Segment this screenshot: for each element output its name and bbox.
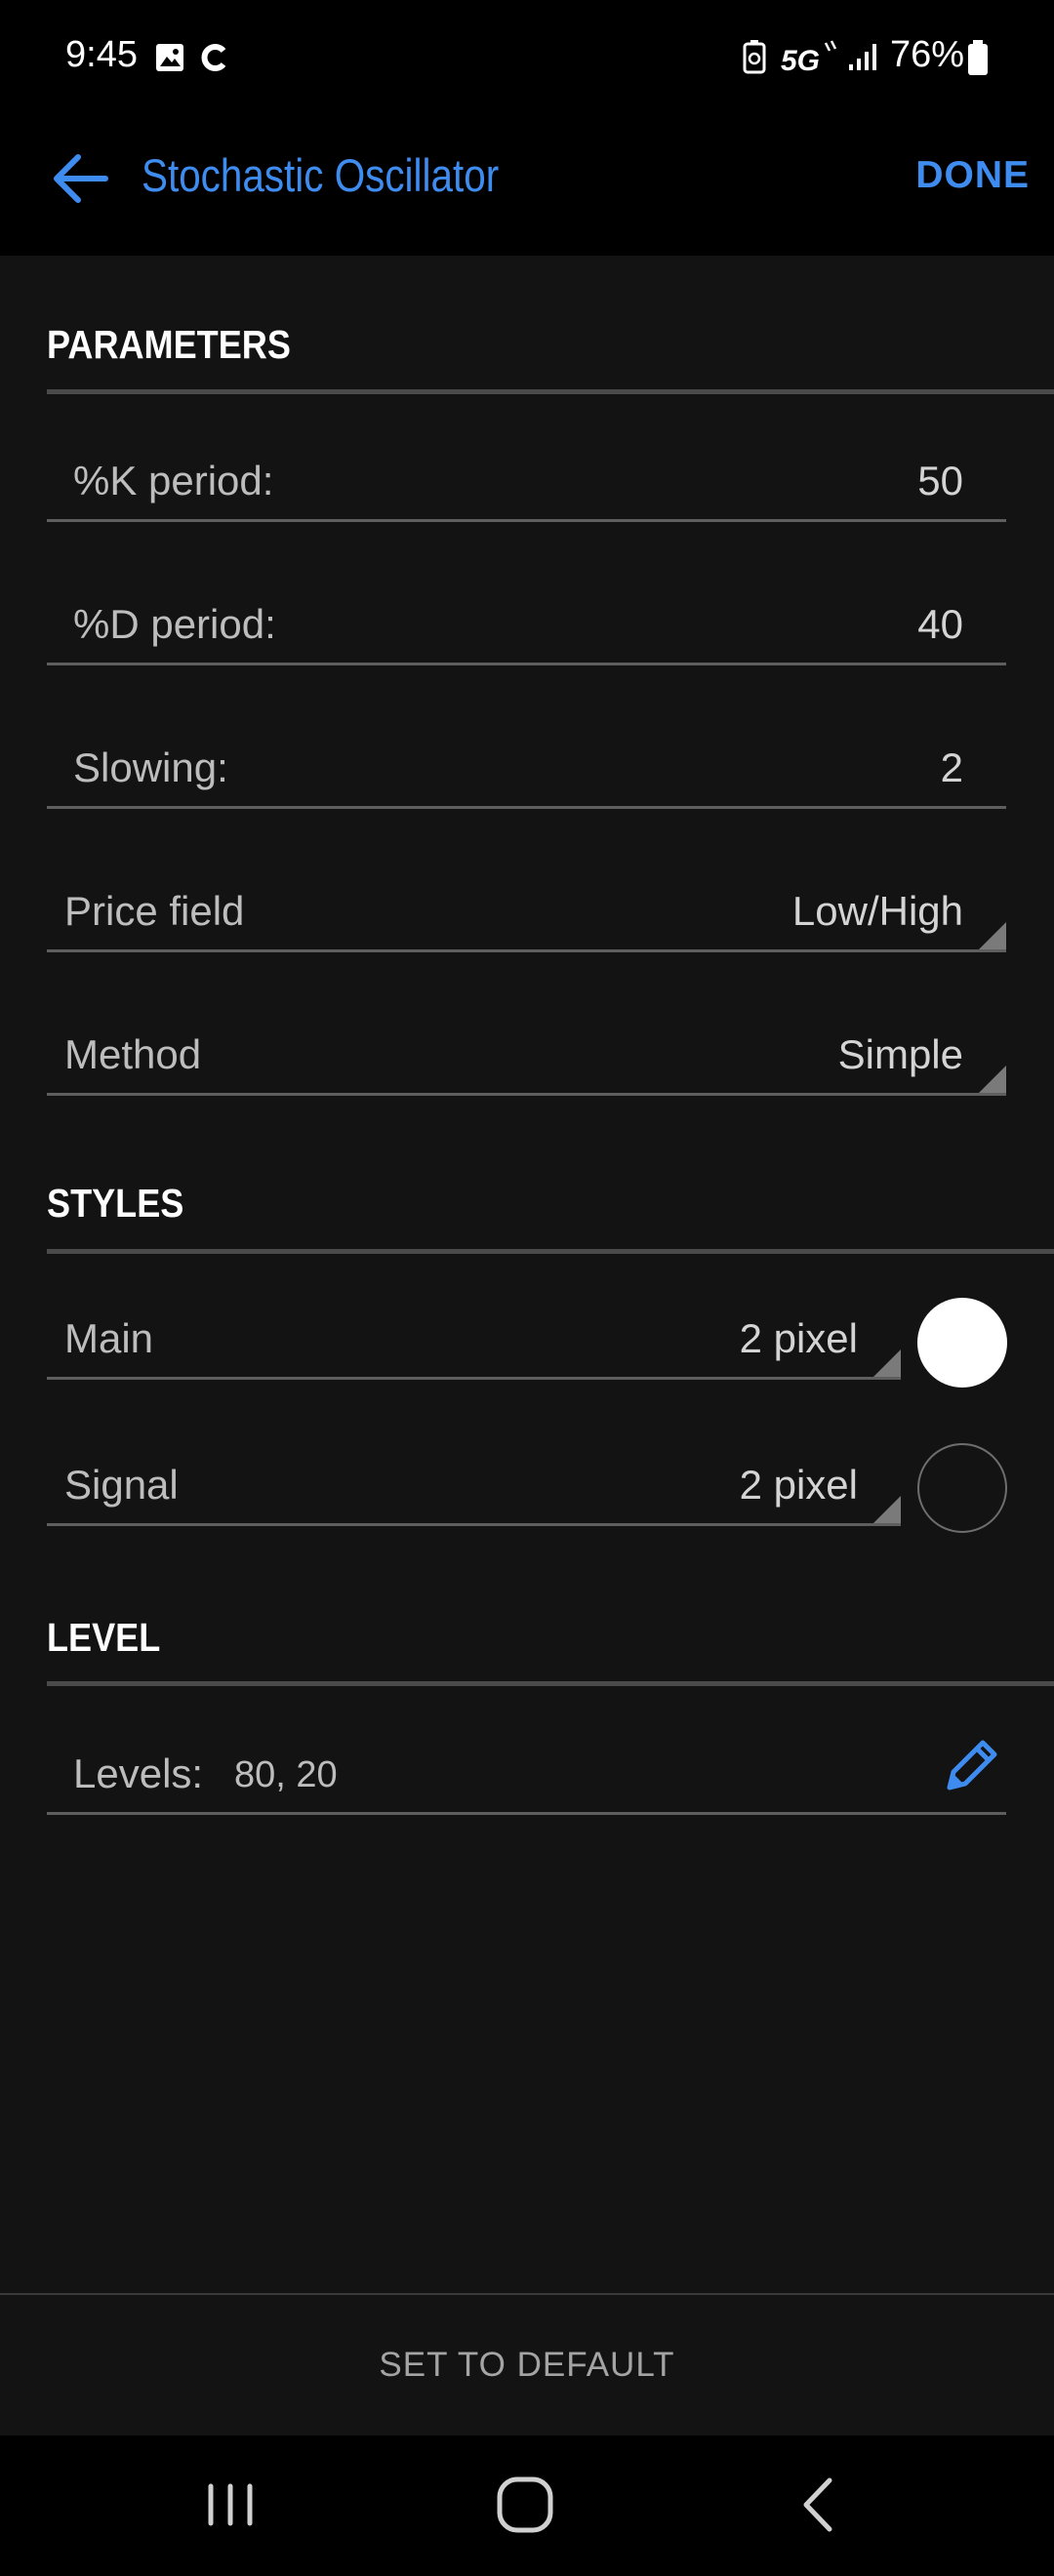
main-style-value: 2 pixel <box>739 1315 858 1361</box>
battery-icon <box>968 40 988 75</box>
parameters-heading: PARAMETERS <box>47 322 291 367</box>
battery-saver-icon <box>743 40 766 74</box>
levels-value: 80, 20 <box>234 1754 338 1795</box>
signal-style-select[interactable]: Signal 2 pixel <box>47 1452 901 1526</box>
method-value: Simple <box>837 1031 963 1077</box>
styles-heading: STYLES <box>47 1181 184 1226</box>
main-style-select[interactable]: Main 2 pixel <box>47 1306 901 1380</box>
dropdown-corner-icon <box>979 922 1006 949</box>
d-period-value: 40 <box>917 601 963 647</box>
page-title: Stochastic Oscillator <box>142 149 500 201</box>
slowing-field[interactable]: Slowing: 2 <box>47 735 1006 809</box>
section-divider <box>47 1681 1054 1686</box>
signal-color-swatch[interactable] <box>917 1443 1007 1533</box>
set-to-default-button[interactable]: SET TO DEFAULT <box>0 2295 1054 2435</box>
5g-icon: 5G <box>781 40 837 74</box>
done-button[interactable]: DONE <box>915 154 1030 197</box>
image-icon <box>156 44 183 71</box>
k-period-value: 50 <box>917 458 963 503</box>
price-field-label: Price field <box>64 888 245 934</box>
dropdown-corner-icon <box>873 1496 901 1523</box>
signal-icon <box>849 44 876 70</box>
signal-style-label: Signal <box>64 1462 179 1508</box>
home-icon[interactable] <box>486 2471 564 2539</box>
level-heading: LEVEL <box>47 1615 161 1660</box>
back-nav-icon[interactable] <box>781 2471 859 2539</box>
dropdown-corner-icon <box>873 1349 901 1377</box>
k-period-field[interactable]: %K period: 50 <box>47 448 1006 522</box>
price-field-select[interactable]: Price field Low/High <box>47 878 1006 952</box>
main-color-swatch[interactable] <box>917 1298 1007 1388</box>
status-bar: 9:45 5G 76% <box>0 0 1054 115</box>
d-period-field[interactable]: %D period: 40 <box>47 591 1006 665</box>
system-nav-bar <box>0 2435 1054 2576</box>
battery-percent: 76% <box>890 34 965 75</box>
c-app-icon <box>201 44 226 71</box>
section-divider <box>47 389 1054 394</box>
method-select[interactable]: Method Simple <box>47 1022 1006 1096</box>
levels-field[interactable]: Levels: 80, 20 <box>47 1740 1006 1815</box>
svg-text:5G: 5G <box>781 45 820 74</box>
slowing-value: 2 <box>940 745 963 790</box>
recent-apps-icon[interactable] <box>191 2471 269 2539</box>
price-field-value: Low/High <box>791 888 963 934</box>
pencil-icon[interactable] <box>938 1731 1006 1799</box>
section-divider <box>47 1249 1054 1254</box>
dropdown-corner-icon <box>979 1066 1006 1093</box>
method-label: Method <box>64 1031 202 1077</box>
levels-label: Levels: <box>73 1751 204 1796</box>
slowing-label: Slowing: <box>73 745 228 790</box>
k-period-label: %K period: <box>73 458 274 503</box>
back-arrow-icon[interactable] <box>49 144 117 213</box>
d-period-label: %D period: <box>73 601 276 647</box>
main-style-label: Main <box>64 1315 154 1361</box>
status-time: 9:45 <box>65 34 138 75</box>
signal-style-value: 2 pixel <box>739 1462 858 1508</box>
app-bar: Stochastic Oscillator DONE <box>0 115 1054 256</box>
